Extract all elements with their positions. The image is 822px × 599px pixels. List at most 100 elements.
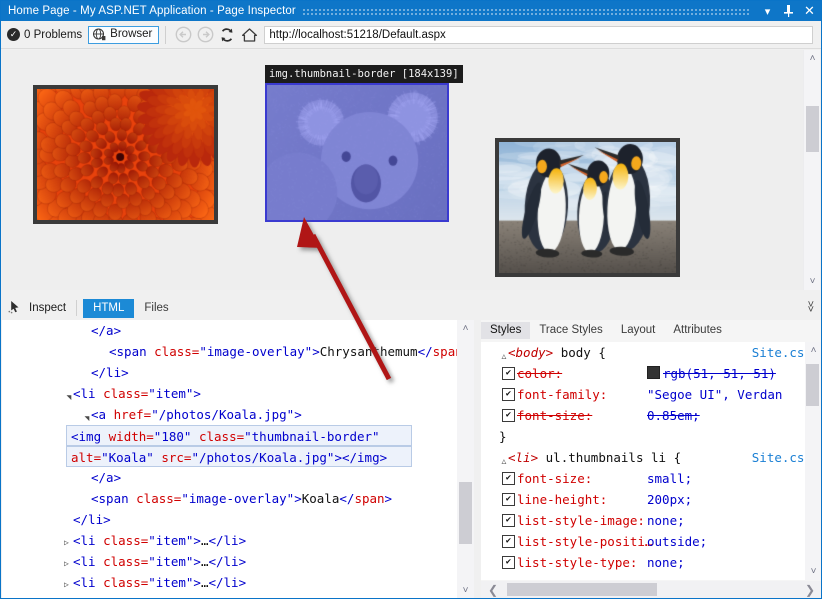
- code-token: class=: [136, 491, 181, 506]
- arrow-forward-icon[interactable]: [194, 24, 216, 46]
- pin-icon[interactable]: [778, 1, 799, 21]
- html-scrollbar-thumb[interactable]: [459, 482, 472, 544]
- hscroll-thumb[interactable]: [507, 583, 657, 596]
- title-bar-dots: [302, 7, 751, 16]
- home-icon[interactable]: [238, 24, 260, 46]
- html-code-line[interactable]: <span class="image-overlay">Koala</span>: [2, 488, 457, 509]
- globe-icon: [93, 28, 106, 41]
- scroll-down-icon[interactable]: ˅: [804, 273, 821, 290]
- styles-tab-attributes[interactable]: Attributes: [664, 322, 731, 339]
- html-code-line[interactable]: </li>: [2, 509, 457, 530]
- code-token: "image-overlay": [181, 491, 294, 506]
- chevron-down-icon[interactable]: ▾: [757, 1, 778, 21]
- declaration-value-text: 200px;: [647, 492, 692, 507]
- arrow-back-icon[interactable]: [172, 24, 194, 46]
- disclosure-triangle-icon[interactable]: ▷: [493, 350, 514, 359]
- disclosure-triangle-icon[interactable]: ▷: [64, 574, 73, 595]
- code-token: </li>: [73, 512, 111, 527]
- styles-tab-trace-styles[interactable]: Trace Styles: [530, 322, 611, 339]
- browser-tab[interactable]: Browser: [88, 26, 159, 44]
- style-declaration-row[interactable]: ✔line-height:200px;: [481, 489, 822, 510]
- style-declaration-row[interactable]: ✔list-style-positi…outside;: [481, 531, 822, 552]
- style-declaration-row[interactable]: ✔list-style-type:none;: [481, 552, 822, 573]
- html-code-line[interactable]: ◢<li class="item">: [2, 383, 457, 404]
- styles-horizontal-scrollbar[interactable]: ❮ ❯: [481, 581, 822, 598]
- disclosure-triangle-icon[interactable]: ▷: [64, 595, 73, 599]
- html-code-line[interactable]: <img width="180" class="thumbnail-border…: [66, 425, 412, 446]
- inspect-button[interactable]: Inspect: [2, 298, 74, 319]
- html-code-line[interactable]: ▷<li class="item">…</li>: [2, 530, 457, 551]
- styles-tab-layout[interactable]: Layout: [612, 322, 665, 339]
- chrysanthemum-image: [37, 89, 214, 220]
- style-declaration-row[interactable]: ✔font-size:small;: [481, 468, 822, 489]
- browser-viewport: img.thumbnail-border [184x139]: [2, 50, 822, 290]
- thumbnail-koala-selected[interactable]: img.thumbnail-border [184x139]: [265, 83, 449, 222]
- html-code-line[interactable]: ▷<li class="item">…</li>: [2, 572, 457, 593]
- disclosure-triangle-icon[interactable]: ◢: [76, 412, 97, 421]
- scroll-up-icon[interactable]: ˄: [804, 50, 821, 67]
- declaration-value-text: rgb(51, 51, 51): [663, 366, 776, 381]
- code-indent-spacer: [82, 322, 91, 343]
- html-code-line[interactable]: </li>: [2, 362, 457, 383]
- disclosure-triangle-icon[interactable]: ▷: [64, 553, 73, 574]
- address-bar[interactable]: http://localhost:51218/Default.aspx: [264, 26, 813, 44]
- style-rule-selector: ul.thumbnails li {: [546, 450, 681, 465]
- chevron-double-down-icon[interactable]: ˅˅: [808, 303, 822, 313]
- html-code-line[interactable]: <span class="image-overlay">Chrysanthemu…: [2, 341, 457, 362]
- selection-badge: img.thumbnail-border [184x139]: [265, 65, 463, 83]
- styles-scrollbar-thumb[interactable]: [806, 364, 819, 406]
- style-declaration-row[interactable]: ✔font-family:"Segoe UI", Verdan: [481, 384, 822, 405]
- problems-indicator[interactable]: ✓ 0 Problems: [1, 24, 88, 46]
- html-scroll-down-icon[interactable]: ˅: [457, 582, 474, 599]
- close-icon[interactable]: ✕: [799, 1, 822, 21]
- html-code-line[interactable]: alt="Koala" src="/photos/Koala.jpg"></im…: [66, 446, 412, 467]
- code-token: >: [294, 491, 302, 506]
- style-rule-header[interactable]: ▷<li> ul.thumbnails li {Site.css: [481, 447, 822, 468]
- style-rule-source[interactable]: Site.css: [752, 342, 812, 363]
- html-markup-pane[interactable]: </a> <span class="image-overlay">Chrysan…: [2, 320, 457, 599]
- html-code-line[interactable]: ◢<a href="/photos/Koala.jpg">: [2, 404, 457, 425]
- code-token: "item": [148, 386, 193, 401]
- style-declaration-row[interactable]: ✔font-size:0.85em;: [481, 405, 822, 426]
- style-declaration-row[interactable]: ✔color:rgb(51, 51, 51): [481, 363, 822, 384]
- code-indent-spacer: [82, 469, 91, 490]
- code-token: >: [312, 344, 320, 359]
- styles-tab-styles[interactable]: Styles: [481, 322, 530, 339]
- html-code-line[interactable]: </a>: [2, 467, 457, 488]
- declaration-property: list-style-type:: [481, 555, 637, 570]
- declaration-value: 200px;: [647, 489, 692, 510]
- chevron-left-icon[interactable]: ❮: [481, 581, 505, 598]
- penguins-image: [499, 142, 676, 273]
- style-rule-source[interactable]: Site.css: [752, 447, 812, 468]
- code-token: </: [339, 491, 354, 506]
- html-scroll-up-icon[interactable]: ˄: [457, 320, 474, 337]
- thumbnail-chrysanthemum[interactable]: [33, 85, 218, 224]
- code-token: <span: [91, 491, 136, 506]
- chevron-right-icon[interactable]: ❯: [798, 581, 822, 598]
- code-token: "item": [148, 533, 193, 548]
- refresh-icon[interactable]: [216, 24, 238, 46]
- styles-rule-list[interactable]: ▷<body> body {Site.css✔color:rgb(51, 51,…: [481, 342, 822, 580]
- html-vertical-scrollbar[interactable]: ˄ ˅: [457, 320, 474, 599]
- style-declaration-row[interactable]: ✔list-style-image:none;: [481, 510, 822, 531]
- html-code-line[interactable]: ▷<li class="item">…</li>: [2, 551, 457, 572]
- styles-scroll-down-icon[interactable]: ˅: [805, 563, 822, 580]
- disclosure-triangle-icon[interactable]: ▷: [64, 532, 73, 553]
- html-code-line[interactable]: </a>: [2, 320, 457, 341]
- hscroll-track[interactable]: [505, 581, 798, 598]
- code-token: <li: [73, 575, 103, 590]
- scrollbar-thumb[interactable]: [806, 106, 819, 152]
- code-token: </li>: [91, 365, 129, 380]
- disclosure-triangle-icon[interactable]: ◢: [58, 391, 79, 400]
- styles-scroll-up-icon[interactable]: ˄: [805, 342, 822, 359]
- html-code-line[interactable]: ▷<li class="item">…</li>: [2, 593, 457, 599]
- style-rule-header[interactable]: ▷<body> body {Site.css: [481, 342, 822, 363]
- code-token: class=: [154, 344, 199, 359]
- browser-vertical-scrollbar[interactable]: ˄ ˅: [803, 50, 820, 290]
- styles-vertical-scrollbar[interactable]: ˄ ˅: [805, 342, 821, 580]
- window-title: Home Page - My ASP.NET Application - Pag…: [1, 5, 296, 17]
- thumbnail-penguins[interactable]: [495, 138, 680, 277]
- tab-files[interactable]: Files: [134, 299, 178, 318]
- tab-html[interactable]: HTML: [83, 299, 134, 318]
- disclosure-triangle-icon[interactable]: ▷: [493, 455, 514, 464]
